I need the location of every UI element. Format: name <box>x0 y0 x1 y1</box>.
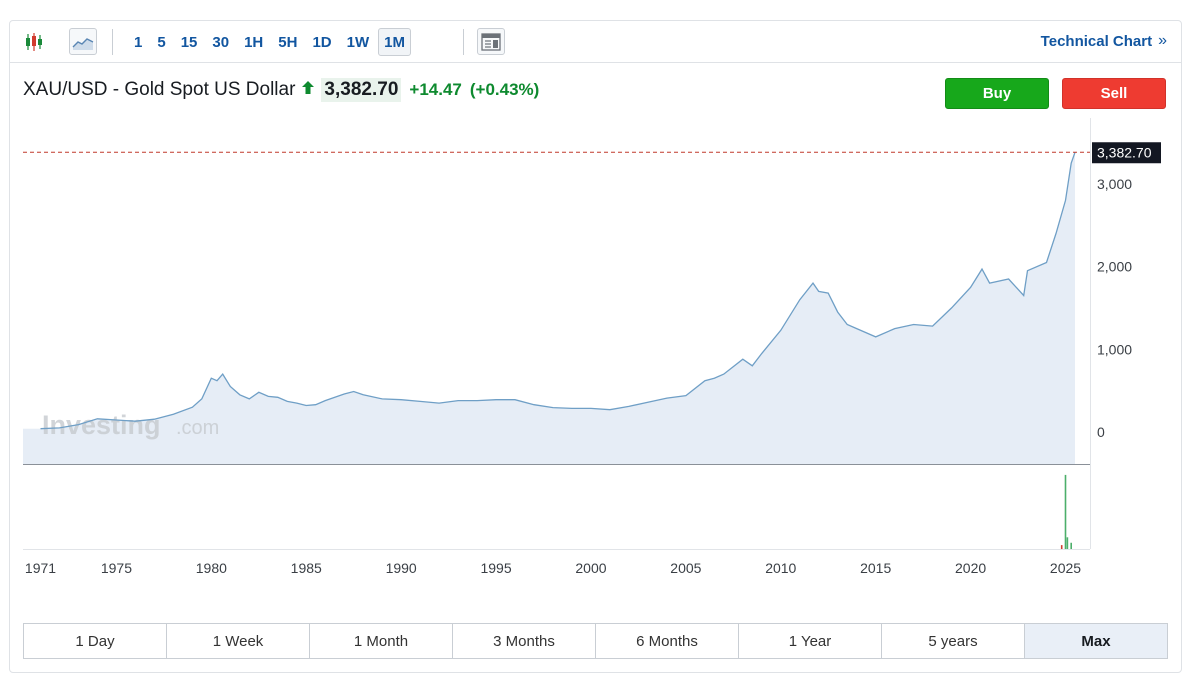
interval-1[interactable]: 1 <box>128 28 148 56</box>
interval-1d[interactable]: 1D <box>306 28 337 56</box>
range-5-years[interactable]: 5 years <box>882 624 1025 658</box>
news-table-icon[interactable] <box>477 28 505 55</box>
candlestick-icon[interactable] <box>20 28 48 55</box>
last-price: 3,382.70 <box>321 78 402 102</box>
range-1-month[interactable]: 1 Month <box>310 624 453 658</box>
instrument-title: XAU/USD - Gold Spot US Dollar <box>23 79 296 100</box>
arrow-up-icon <box>302 81 315 99</box>
price-change-percent: (+0.43%) <box>469 80 540 99</box>
range-1-year[interactable]: 1 Year <box>739 624 882 658</box>
range-1-week[interactable]: 1 Week <box>167 624 310 658</box>
range-max[interactable]: Max <box>1025 624 1167 658</box>
range-3-months[interactable]: 3 Months <box>453 624 596 658</box>
interval-5h[interactable]: 5H <box>272 28 303 56</box>
range-1-day[interactable]: 1 Day <box>24 624 167 658</box>
chart-widget: 1 5 15 30 1H 5H 1D 1W 1M Technical Chart… <box>9 20 1182 673</box>
time-range-selector: 1 Day 1 Week 1 Month 3 Months 6 Months 1… <box>23 623 1168 659</box>
technical-chart-link[interactable]: Technical Chart » <box>1041 32 1167 50</box>
toolbar-divider <box>112 29 113 55</box>
range-6-months[interactable]: 6 Months <box>596 624 739 658</box>
interval-1w[interactable]: 1W <box>341 28 376 56</box>
price-change: +14.47 <box>409 80 462 99</box>
quote-header: XAU/USD - Gold Spot US Dollar 3,382.70 +… <box>23 76 539 104</box>
buy-button[interactable]: Buy <box>945 78 1049 109</box>
interval-5[interactable]: 5 <box>151 28 171 56</box>
interval-1m[interactable]: 1M <box>378 28 411 56</box>
interval-group: 1 5 15 30 1H 5H 1D 1W 1M <box>128 28 414 56</box>
chart-toolbar: 1 5 15 30 1H 5H 1D 1W 1M Technical Chart… <box>10 21 1181 63</box>
technical-chart-label: Technical Chart <box>1040 32 1153 50</box>
sell-button[interactable]: Sell <box>1062 78 1166 109</box>
interval-1h[interactable]: 1H <box>238 28 269 56</box>
line-chart-icon[interactable] <box>69 28 97 55</box>
double-chevron-right-icon: » <box>1158 32 1167 49</box>
interval-15[interactable]: 15 <box>175 28 204 56</box>
toolbar-divider <box>463 29 464 55</box>
interval-30[interactable]: 30 <box>206 28 235 56</box>
